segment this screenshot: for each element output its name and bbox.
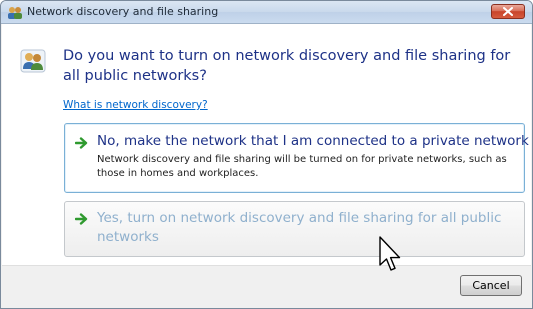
window-title: Network discovery and file sharing [27, 5, 219, 18]
option-description: Network discovery and file sharing will … [97, 154, 507, 179]
dialog-window: Network discovery and file sharing Do yo… [0, 0, 533, 309]
close-button[interactable] [491, 4, 525, 19]
green-arrow-icon [74, 134, 89, 153]
cancel-button[interactable]: Cancel [460, 275, 522, 296]
help-link[interactable]: What is network discovery? [63, 99, 208, 111]
network-users-icon [20, 49, 46, 73]
option-private-network[interactable]: No, make the network that I am connected… [64, 123, 529, 193]
green-arrow-icon [74, 210, 89, 229]
option-title: No, make the network that I am connected… [97, 133, 529, 149]
network-users-icon [7, 5, 23, 19]
title-bar[interactable]: Network discovery and file sharing [1, 1, 532, 24]
dialog-footer: Cancel [2, 265, 531, 308]
option-public-networks[interactable]: Yes, turn on network discovery and file … [64, 201, 525, 257]
main-instruction: Do you want to turn on network discovery… [63, 48, 511, 84]
close-icon [503, 7, 513, 16]
dialog-content: Do you want to turn on network discovery… [2, 24, 531, 265]
option-title: Yes, turn on network discovery and file … [97, 210, 502, 245]
mouse-pointer-icon [378, 236, 404, 274]
